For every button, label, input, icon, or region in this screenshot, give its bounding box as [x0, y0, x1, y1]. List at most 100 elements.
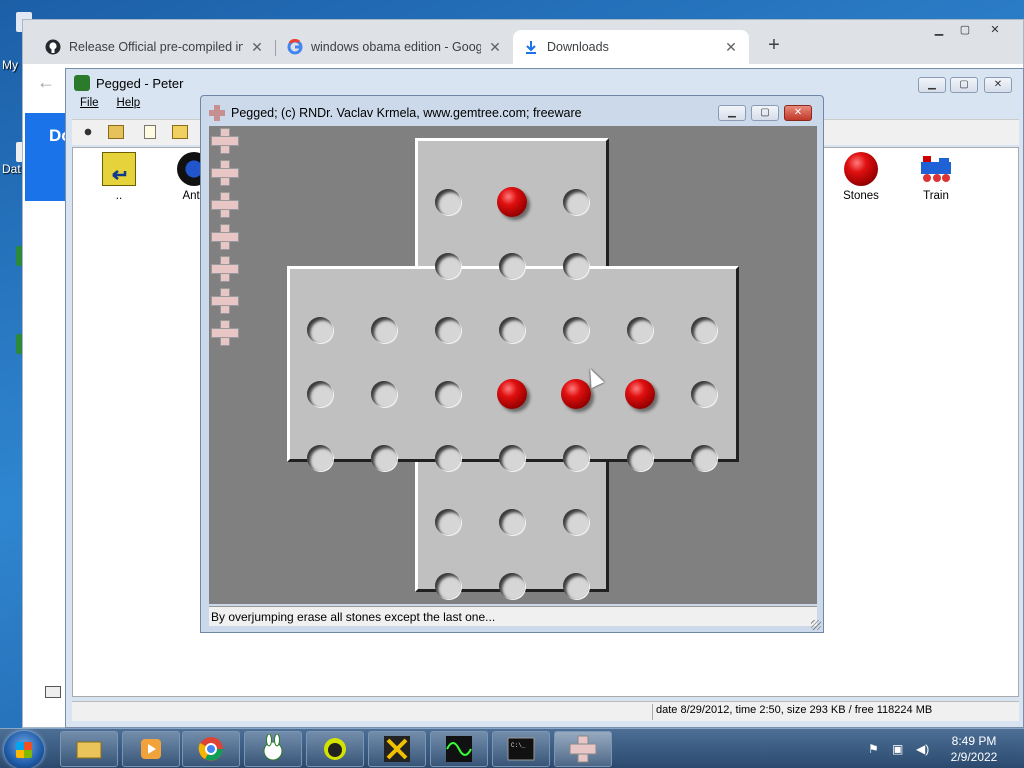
level-button[interactable]: [211, 160, 239, 186]
board-hole[interactable]: [691, 317, 717, 343]
tab-separator: [275, 40, 276, 56]
taskbar-button-console[interactable]: C:\_: [492, 731, 550, 767]
board-hole[interactable]: [627, 445, 653, 471]
taskbar-button-explorer[interactable]: [60, 731, 118, 767]
taskbar-clock[interactable]: 8:49 PM 2/9/2022: [944, 733, 1004, 765]
taskbar-button-chrome[interactable]: [182, 731, 240, 767]
file-label: Train: [923, 190, 949, 202]
level-button[interactable]: [211, 128, 239, 154]
chrome-maximize-button[interactable]: ▢: [955, 23, 975, 37]
volume-icon[interactable]: ◀): [916, 742, 930, 756]
pegged-icon: [569, 735, 597, 763]
board-hole[interactable]: [627, 317, 653, 343]
level-button[interactable]: [211, 256, 239, 282]
chrome-close-button[interactable]: ✕: [985, 23, 1005, 37]
board-hole[interactable]: [435, 317, 461, 343]
network-tray-icon[interactable]: ▣: [892, 742, 906, 756]
level-button[interactable]: [211, 320, 239, 346]
peg-stone[interactable]: [625, 379, 655, 409]
board-hole[interactable]: [435, 445, 461, 471]
bunny-icon: [263, 734, 283, 761]
desktop-label-my[interactable]: My: [2, 58, 18, 72]
board-hole[interactable]: [435, 509, 461, 535]
pegged-close-button[interactable]: ✕: [784, 105, 812, 121]
peter-app-icon: [74, 75, 90, 91]
board-hole[interactable]: [499, 253, 525, 279]
board-hole[interactable]: [499, 317, 525, 343]
tab-github-release[interactable]: Release Official pre-compiled ins ✕: [35, 30, 275, 64]
action-center-icon[interactable]: ⚑: [868, 742, 882, 756]
board-hole[interactable]: [563, 189, 589, 215]
peter-maximize-button[interactable]: ▢: [950, 77, 978, 93]
pegged-app-icon: [209, 105, 225, 121]
taskbar-button-media-player[interactable]: [122, 731, 180, 767]
peg-stone[interactable]: [497, 379, 527, 409]
taskbar-button-oscilloscope[interactable]: [430, 731, 488, 767]
taskbar-button-alien[interactable]: [306, 731, 364, 767]
board-hole[interactable]: [691, 381, 717, 407]
tab-downloads[interactable]: Downloads ✕: [513, 30, 749, 64]
tab-title: Release Official pre-compiled ins: [69, 40, 243, 54]
board-hole[interactable]: [563, 317, 589, 343]
board-hole[interactable]: [435, 573, 461, 599]
menu-file[interactable]: File: [80, 97, 99, 117]
taskbar-button-x-game[interactable]: [368, 731, 426, 767]
folder-icon[interactable]: [172, 125, 188, 139]
board-hole[interactable]: [307, 317, 333, 343]
pegged-minimize-button[interactable]: ▁: [718, 105, 746, 121]
tab-close-icon[interactable]: ✕: [723, 39, 739, 56]
level-button[interactable]: [211, 224, 239, 250]
peg-stone[interactable]: [497, 187, 527, 217]
new-file-icon[interactable]: [144, 125, 156, 139]
level-button[interactable]: [211, 288, 239, 314]
open-folder-icon[interactable]: [108, 125, 124, 139]
file-item-train[interactable]: Train: [906, 152, 966, 202]
file-label: Stones: [843, 190, 879, 202]
desktop-label-dat[interactable]: Dat: [2, 162, 21, 176]
explorer-icon: [76, 741, 102, 759]
chrome-minimize-button[interactable]: ▁: [929, 23, 949, 37]
board-hole[interactable]: [563, 573, 589, 599]
start-button[interactable]: [4, 731, 44, 768]
board-hole[interactable]: [499, 573, 525, 599]
pegged-maximize-button[interactable]: ▢: [751, 105, 779, 121]
board-hole[interactable]: [563, 445, 589, 471]
board-hole[interactable]: [371, 381, 397, 407]
file-item-parent[interactable]: ..: [89, 152, 149, 202]
peter-minimize-button[interactable]: ▁: [918, 77, 946, 93]
board-hole[interactable]: [371, 317, 397, 343]
board-hole[interactable]: [691, 445, 717, 471]
tab-google-search[interactable]: windows obama edition - Google ✕: [277, 30, 513, 64]
board-hole[interactable]: [499, 509, 525, 535]
level-button[interactable]: [211, 192, 239, 218]
network-icon[interactable]: [80, 125, 96, 139]
taskbar-button-bunny[interactable]: [244, 731, 302, 767]
board-hole[interactable]: [435, 189, 461, 215]
taskbar-button-pegged[interactable]: [554, 731, 612, 767]
board-hole[interactable]: [371, 445, 397, 471]
alien-icon: [324, 738, 346, 760]
peter-statusbar: date 8/29/2012, time 2:50, size 293 KB /…: [72, 701, 1019, 721]
window-icon[interactable]: [45, 686, 61, 698]
board-hole[interactable]: [435, 381, 461, 407]
board-hole[interactable]: [499, 445, 525, 471]
board-hole[interactable]: [435, 253, 461, 279]
board-hole[interactable]: [307, 445, 333, 471]
console-icon: C:\_: [507, 737, 535, 761]
menu-help[interactable]: Help: [117, 97, 141, 117]
pegged-status-bar: By overjumping erase all stones except t…: [209, 606, 817, 626]
media-player-icon: [141, 739, 161, 759]
google-icon: [287, 39, 303, 55]
tab-close-icon[interactable]: ✕: [249, 39, 265, 56]
resize-grip-icon[interactable]: [811, 620, 821, 630]
board-hole[interactable]: [563, 253, 589, 279]
new-tab-button[interactable]: +: [763, 34, 785, 56]
file-item-stones[interactable]: Stones: [831, 152, 891, 202]
board-hole[interactable]: [307, 381, 333, 407]
peg-stone[interactable]: [561, 379, 591, 409]
board-hole[interactable]: [563, 509, 589, 535]
tab-close-icon[interactable]: ✕: [487, 39, 503, 56]
back-arrow-icon[interactable]: ←: [37, 72, 55, 93]
download-icon: [523, 39, 539, 55]
peter-close-button[interactable]: ✕: [984, 77, 1012, 93]
